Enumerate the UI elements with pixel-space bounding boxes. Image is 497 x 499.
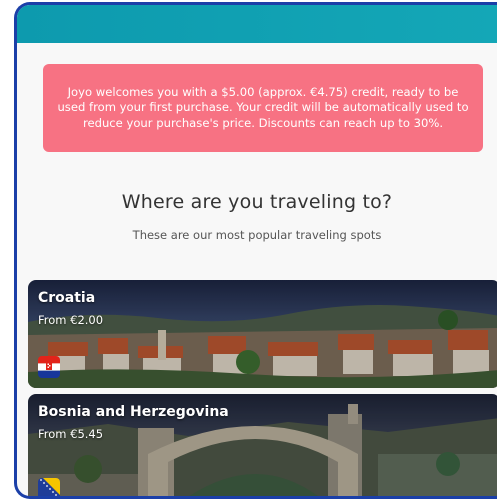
- section-title: Where are you traveling to?: [121, 191, 393, 213]
- destination-price: From €5.45: [38, 427, 104, 441]
- destination-card-bosnia-and-herzegovina[interactable]: Bosnia and Herzegovina From €5.45: [28, 394, 497, 496]
- destination-name: Croatia: [38, 290, 96, 306]
- welcome-credit-banner: Joyo welcomes you with a $5.00 (approx. …: [43, 64, 483, 152]
- destination-card-croatia[interactable]: Croatia From €2.00: [28, 280, 497, 388]
- destination-price: From €2.00: [38, 313, 104, 327]
- banner-text: Joyo welcomes you with a $5.00 (approx. …: [57, 84, 469, 130]
- section-subtitle: These are our most popular traveling spo…: [132, 228, 382, 242]
- croatia-flag-icon: [38, 356, 60, 378]
- destination-name: Bosnia and Herzegovina: [38, 404, 229, 420]
- device-frame: Joyo welcomes you with a $5.00 (approx. …: [14, 2, 497, 499]
- top-app-bar: [17, 5, 497, 43]
- croatia-photo: [28, 280, 497, 388]
- bosnia-flag-icon: [38, 478, 60, 496]
